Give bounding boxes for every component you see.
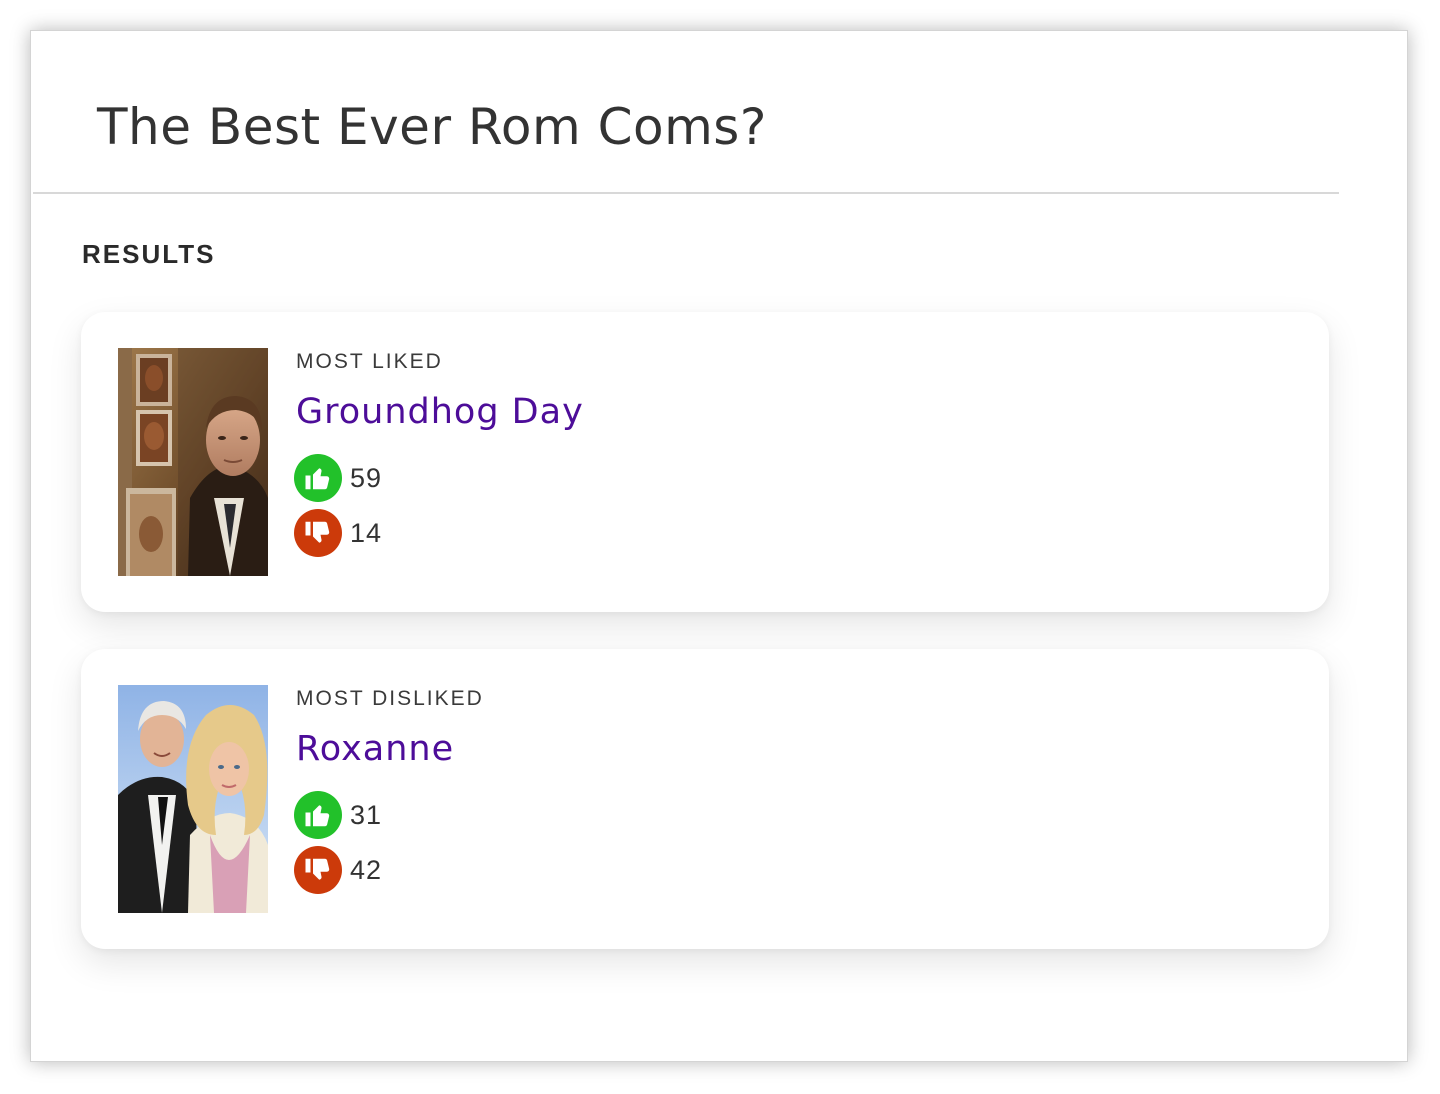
movie-title-link[interactable]: Roxanne xyxy=(296,729,454,769)
like-count: 31 xyxy=(350,799,383,830)
dislike-row: 14 xyxy=(294,509,382,557)
thumbs-down-icon[interactable] xyxy=(294,846,342,894)
roxanne-poster xyxy=(118,685,268,913)
movie-title-link[interactable]: Groundhog Day xyxy=(296,392,584,432)
page-title: The Best Ever Rom Coms? xyxy=(97,98,767,156)
thumbs-down-icon[interactable] xyxy=(294,509,342,557)
dislike-count: 14 xyxy=(350,517,383,548)
thumbs-up-icon[interactable] xyxy=(294,791,342,839)
like-count: 59 xyxy=(350,462,383,493)
results-heading: RESULTS xyxy=(82,239,216,269)
groundhog-day-poster xyxy=(118,348,268,576)
card-label: MOST LIKED xyxy=(296,350,443,373)
header-divider xyxy=(33,192,1339,194)
result-card-most-disliked: MOST DISLIKED Roxanne 31 42 xyxy=(81,649,1329,949)
like-row: 59 xyxy=(294,454,382,502)
card-label: MOST DISLIKED xyxy=(296,687,484,710)
thumbs-up-icon[interactable] xyxy=(294,454,342,502)
dislike-row: 42 xyxy=(294,846,382,894)
dislike-count: 42 xyxy=(350,854,383,885)
result-card-most-liked: MOST LIKED Groundhog Day 59 14 xyxy=(81,312,1329,612)
poll-results-panel: The Best Ever Rom Coms? RESULTS MOST LIK… xyxy=(30,30,1408,1062)
like-row: 31 xyxy=(294,791,382,839)
